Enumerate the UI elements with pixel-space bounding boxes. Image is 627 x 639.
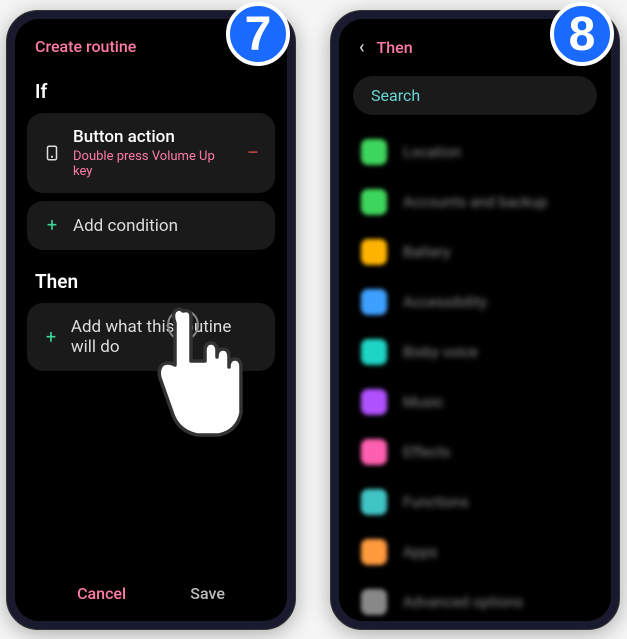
list-item[interactable]: Effects: [339, 427, 611, 477]
list-item[interactable]: Functions: [339, 477, 611, 527]
category-label: Accessibility: [403, 293, 487, 311]
category-label: Location: [403, 143, 461, 161]
category-label: Effects: [403, 443, 450, 461]
list-item[interactable]: Advanced options: [339, 577, 611, 621]
plus-icon: +: [43, 215, 61, 236]
screen-create-routine: Create routine If Button action Double p…: [15, 19, 287, 621]
list-item[interactable]: Accounts and backup: [339, 177, 611, 227]
category-icon: [361, 389, 387, 415]
condition-card[interactable]: Button action Double press Volume Up key…: [27, 113, 275, 193]
list-item[interactable]: Apps: [339, 527, 611, 577]
add-action-button[interactable]: + Add what this routine will do: [27, 303, 275, 371]
tap-indicator-ring: [167, 309, 199, 341]
category-icon: [361, 589, 387, 615]
cancel-button[interactable]: Cancel: [77, 584, 126, 603]
list-item[interactable]: Bixby voice: [339, 327, 611, 377]
condition-title: Button action: [73, 127, 234, 147]
save-button[interactable]: Save: [190, 584, 225, 603]
add-action-label: Add what this routine will do: [71, 317, 259, 357]
category-icon: [361, 539, 387, 565]
phone-frame-right: ‹ Then Search Location Accounts and backu…: [330, 10, 620, 630]
category-label: Advanced options: [403, 593, 523, 611]
step-badge-7: 7: [226, 2, 290, 66]
back-icon[interactable]: ‹: [359, 37, 365, 58]
button-action-icon: [43, 144, 61, 162]
plus-icon: +: [43, 327, 59, 348]
category-label: Battery: [403, 243, 451, 261]
condition-content: Button action Double press Volume Up key: [73, 127, 234, 179]
category-icon: [361, 239, 387, 265]
category-list: Location Accounts and backup Battery Access…: [339, 127, 611, 621]
if-section-title: If: [15, 68, 287, 113]
header-title: Create routine: [35, 37, 136, 56]
condition-subtitle: Double press Volume Up key: [73, 149, 234, 179]
category-icon: [361, 139, 387, 165]
category-label: Bixby voice: [403, 343, 478, 361]
footer-actions: Cancel Save: [15, 584, 287, 603]
category-icon: [361, 439, 387, 465]
category-icon: [361, 339, 387, 365]
category-label: Music: [403, 393, 444, 411]
category-icon: [361, 189, 387, 215]
category-icon: [361, 289, 387, 315]
add-condition-button[interactable]: + Add condition: [27, 201, 275, 250]
then-section-title: Then: [15, 258, 287, 303]
list-item[interactable]: Music: [339, 377, 611, 427]
screen-then-picker: ‹ Then Search Location Accounts and backu…: [339, 19, 611, 621]
search-input[interactable]: Search: [353, 76, 597, 115]
category-label: Accounts and backup: [403, 193, 547, 211]
category-label: Apps: [403, 543, 437, 561]
phone-frame-left: Create routine If Button action Double p…: [6, 10, 296, 630]
list-item[interactable]: Accessibility: [339, 277, 611, 327]
add-condition-label: Add condition: [73, 216, 178, 236]
category-icon: [361, 489, 387, 515]
list-item[interactable]: Battery: [339, 227, 611, 277]
step-badge-8: 8: [550, 2, 614, 66]
list-item[interactable]: Location: [339, 127, 611, 177]
header-title: Then: [377, 38, 413, 57]
category-label: Functions: [403, 493, 469, 511]
remove-condition-button[interactable]: −: [246, 141, 259, 166]
